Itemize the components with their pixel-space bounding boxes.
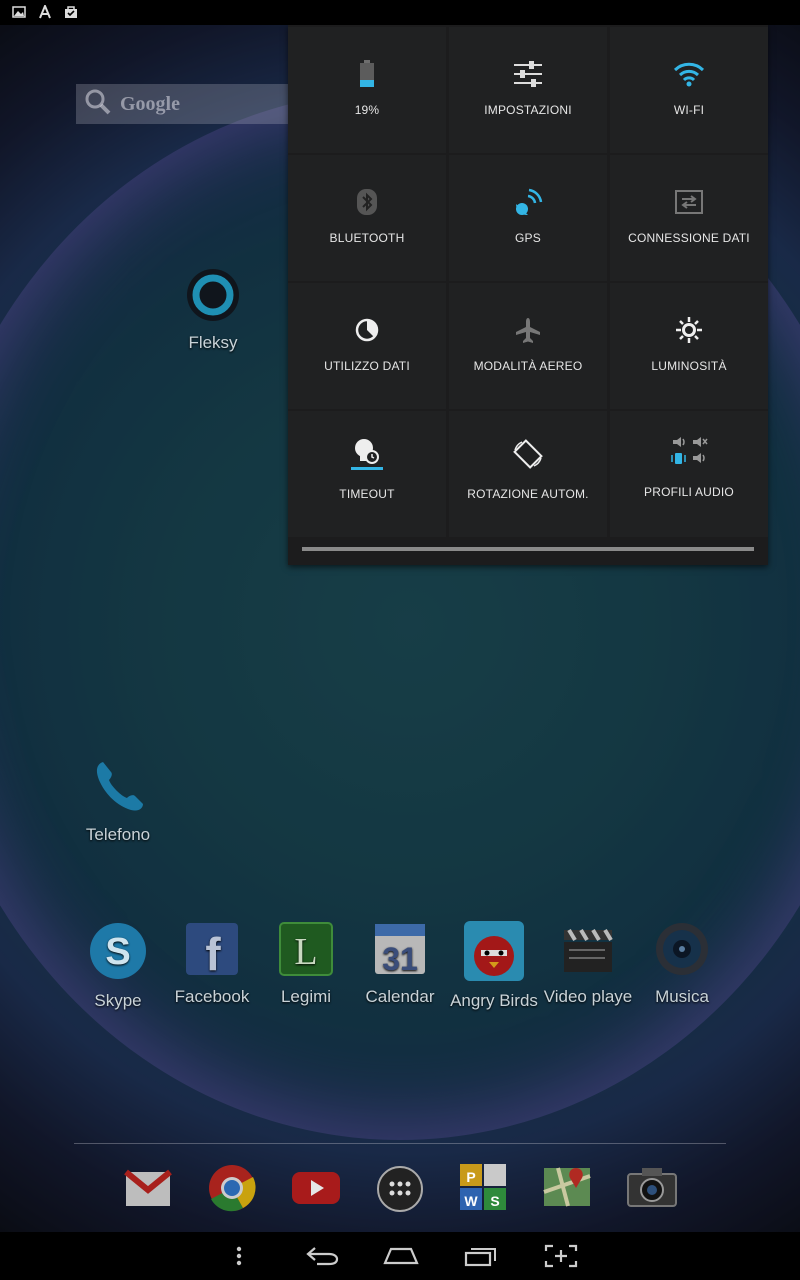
modalita-aereo-label: MODALITÀ AEREO bbox=[473, 359, 583, 373]
clapperboard-icon bbox=[543, 920, 633, 983]
rotation-icon bbox=[449, 439, 607, 469]
bluetooth-icon bbox=[288, 189, 446, 215]
tile-timeout[interactable]: TIMEOUT bbox=[288, 411, 446, 537]
svg-text:S: S bbox=[490, 1193, 499, 1209]
connessione-dati-label: CONNESSIONE DATI bbox=[628, 231, 750, 245]
rotazione-label: ROTAZIONE AUTOM. bbox=[467, 487, 589, 501]
app-label: Angry Birds bbox=[450, 991, 538, 1010]
gps-satellite-icon bbox=[449, 188, 607, 216]
wifi-icon bbox=[610, 61, 768, 87]
svg-text:S: S bbox=[105, 931, 130, 973]
fleksy-icon bbox=[168, 266, 258, 329]
settings-sliders-icon bbox=[449, 61, 607, 87]
search-label: Google bbox=[120, 92, 180, 115]
brightness-icon bbox=[610, 317, 768, 343]
app-legimi[interactable]: L Legimi bbox=[261, 920, 351, 1007]
facebook-icon: f bbox=[167, 920, 257, 983]
svg-text:P: P bbox=[466, 1169, 475, 1185]
navigation-bar bbox=[0, 1232, 800, 1280]
camera-icon[interactable] bbox=[626, 1164, 678, 1215]
status-bar bbox=[0, 0, 800, 25]
wordfeud-icon[interactable]: PWS bbox=[458, 1162, 508, 1217]
back-icon[interactable] bbox=[302, 1242, 342, 1270]
screenshot-icon[interactable] bbox=[541, 1242, 581, 1270]
maps-icon[interactable] bbox=[542, 1162, 592, 1217]
app-musica[interactable]: Musica bbox=[637, 920, 727, 1007]
panel-drag-handle[interactable] bbox=[302, 547, 754, 551]
timeout-label: TIMEOUT bbox=[339, 487, 395, 501]
menu-icon[interactable] bbox=[228, 1242, 250, 1270]
calendar-day: 31 bbox=[382, 941, 418, 977]
quick-settings-panel: 19% IMPOSTAZIONI WI-FI BLUETOOTH GPS CON… bbox=[288, 25, 768, 565]
tile-luminosita[interactable]: LUMINOSITÀ bbox=[610, 283, 768, 409]
battery-icon bbox=[288, 60, 446, 87]
tile-battery[interactable]: 19% bbox=[288, 27, 446, 153]
data-connection-icon bbox=[610, 189, 768, 215]
tile-bluetooth[interactable]: BLUETOOTH bbox=[288, 155, 446, 281]
gmail-icon[interactable] bbox=[124, 1166, 172, 1215]
airplane-icon bbox=[449, 317, 607, 343]
recents-icon[interactable] bbox=[461, 1242, 501, 1270]
timeout-bulb-icon bbox=[288, 439, 446, 470]
legimi-icon: L bbox=[261, 920, 351, 983]
angry-birds-icon bbox=[449, 920, 539, 987]
search-icon bbox=[84, 88, 112, 121]
app-label: Telefono bbox=[85, 825, 151, 844]
dock-divider bbox=[74, 1143, 726, 1144]
home-icon[interactable] bbox=[381, 1242, 421, 1270]
utilizzo-dati-label: UTILIZZO DATI bbox=[324, 359, 410, 373]
tile-wifi[interactable]: WI-FI bbox=[610, 27, 768, 153]
font-icon bbox=[38, 3, 52, 19]
app-label: Facebook bbox=[174, 987, 250, 1006]
google-search-bar[interactable]: Google bbox=[76, 84, 306, 124]
app-video-player[interactable]: Video playe bbox=[543, 920, 633, 1007]
data-usage-icon bbox=[288, 317, 446, 343]
luminosita-label: LUMINOSITÀ bbox=[651, 359, 727, 373]
youtube-icon[interactable] bbox=[290, 1168, 342, 1213]
calendar-icon: 31 bbox=[355, 920, 445, 983]
svg-text:f: f bbox=[205, 928, 221, 978]
app-label: Musica bbox=[655, 987, 709, 1006]
skype-icon: S bbox=[73, 920, 163, 987]
app-calendar[interactable]: 31 Calendar bbox=[355, 920, 445, 1007]
app-label: Legimi bbox=[280, 987, 332, 1006]
tile-gps[interactable]: GPS bbox=[449, 155, 607, 281]
chrome-icon[interactable] bbox=[207, 1163, 257, 1218]
app-label: Video playe bbox=[543, 987, 633, 1006]
shopping-bag-icon bbox=[64, 5, 78, 19]
tile-profili-audio[interactable]: PROFILI AUDIO bbox=[610, 411, 768, 537]
app-telefono[interactable]: Telefono bbox=[73, 754, 163, 845]
speaker-icon bbox=[637, 920, 727, 983]
tile-impostazioni[interactable]: IMPOSTAZIONI bbox=[449, 27, 607, 153]
svg-text:L: L bbox=[294, 931, 317, 973]
profili-audio-label: PROFILI AUDIO bbox=[644, 485, 734, 499]
impostazioni-label: IMPOSTAZIONI bbox=[484, 103, 572, 117]
gps-label: GPS bbox=[515, 231, 541, 245]
tile-utilizzo-dati[interactable]: UTILIZZO DATI bbox=[288, 283, 446, 409]
app-skype[interactable]: S Skype bbox=[73, 920, 163, 1011]
app-angry-birds[interactable]: Angry Birds bbox=[449, 920, 539, 1011]
app-facebook[interactable]: f Facebook bbox=[167, 920, 257, 1007]
tile-modalita-aereo[interactable]: MODALITÀ AEREO bbox=[449, 283, 607, 409]
svg-text:W: W bbox=[464, 1193, 478, 1209]
app-label: Fleksy bbox=[188, 333, 238, 352]
battery-label: 19% bbox=[354, 103, 380, 117]
apps-drawer-icon[interactable] bbox=[375, 1164, 425, 1219]
tile-connessione-dati[interactable]: CONNESSIONE DATI bbox=[610, 155, 768, 281]
image-icon bbox=[12, 5, 26, 19]
app-fleksy[interactable]: Fleksy bbox=[168, 266, 258, 353]
bluetooth-label: BLUETOOTH bbox=[329, 231, 405, 245]
audio-profiles-icon bbox=[610, 437, 768, 465]
tile-rotazione[interactable]: ROTAZIONE AUTOM. bbox=[449, 411, 607, 537]
wifi-label: WI-FI bbox=[673, 103, 705, 117]
app-label: Calendar bbox=[365, 987, 435, 1006]
phone-icon bbox=[73, 754, 163, 821]
app-label: Skype bbox=[94, 991, 142, 1010]
